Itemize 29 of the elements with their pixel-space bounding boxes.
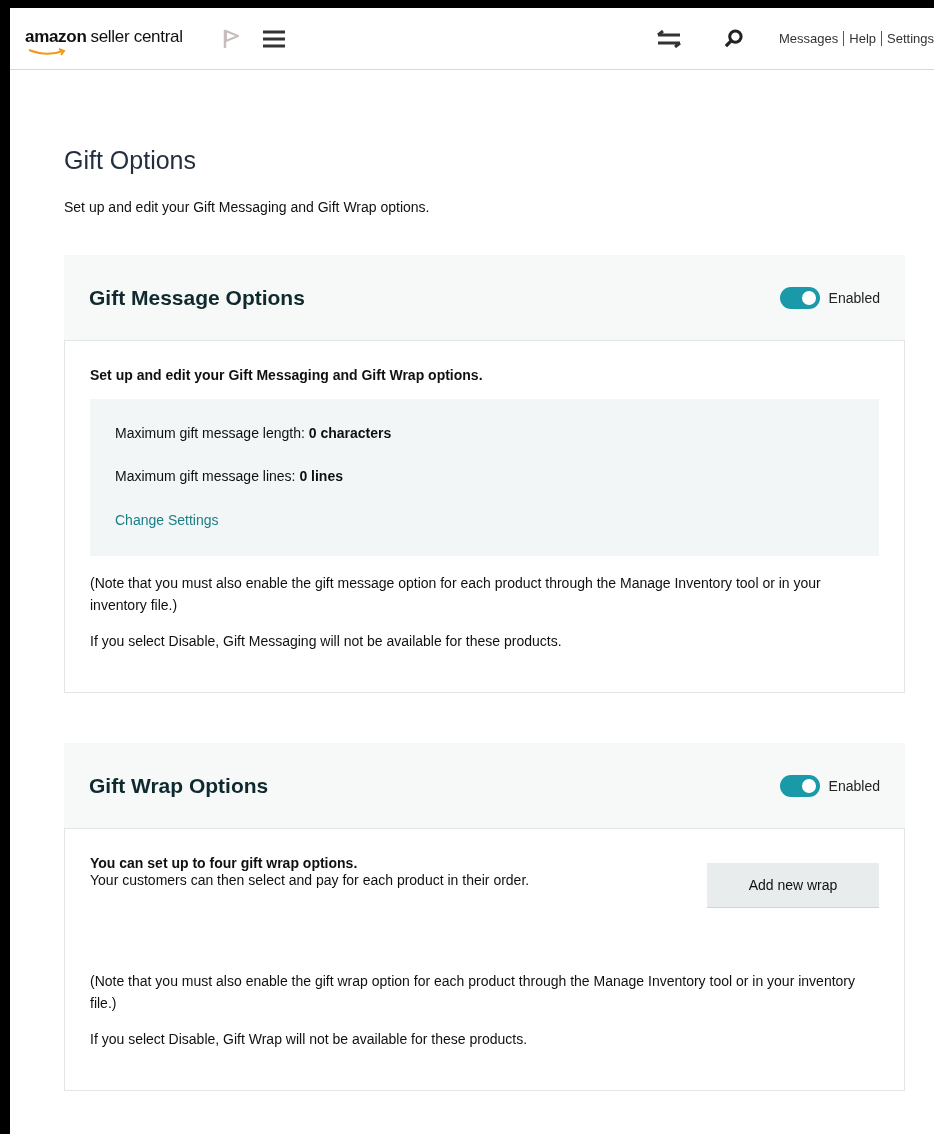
section-title: Gift Wrap Options — [89, 773, 269, 798]
header-link[interactable]: Messages — [779, 31, 844, 46]
toggle-label: Enabled — [828, 289, 880, 306]
section-intro: You can set up to four gift wrap options. — [90, 855, 359, 871]
menu-icon[interactable] — [262, 29, 285, 48]
note-text: (Note that you must also enable the gift message option for each product through the Manage Inventory tool or in your inventory file.) — [90, 574, 822, 615]
note-text: If you select Disable, Gift Wrap will not be available for these products. — [90, 1030, 529, 1049]
smile-arrow-icon — [27, 47, 67, 56]
search-icon[interactable] — [724, 29, 743, 48]
toggle-switch[interactable] — [779, 774, 820, 797]
note-text: (Note that you must also enable the gift wrap option for each product through the Manage Inventory tool or in your inventory file.) — [90, 972, 856, 1013]
section-intro: Set up and edit your Gift Messaging and Gift Wrap options. — [90, 367, 484, 383]
header-link[interactable]: Help — [843, 31, 881, 46]
section-title: Gift Message Options — [89, 285, 305, 310]
page-title: Gift Options — [64, 146, 197, 175]
note-text: If you select Disable, Gift Messaging will not be available for these products. — [90, 632, 563, 651]
page-subtitle: Set up and edit your Gift Messaging and Gift Wrap options. — [64, 199, 431, 215]
add-wrap-button[interactable]: Add new wrap — [707, 863, 879, 908]
setting-line: Maximum gift message lines: 0 lines — [115, 468, 344, 484]
header-link[interactable]: Settings — [881, 31, 934, 46]
setting-line: Maximum gift message length: 0 characters — [115, 425, 393, 441]
toggle-label: Enabled — [828, 777, 880, 794]
logo[interactable]: amazon seller central — [25, 26, 183, 57]
swap-arrows-icon[interactable] — [656, 29, 682, 48]
toggle-switch[interactable] — [779, 286, 820, 309]
section-detail: Your customers can then select and pay for each product in their order. — [90, 872, 530, 888]
product-name: seller central — [90, 26, 183, 47]
brand-name: amazon — [25, 26, 87, 47]
change-settings-link[interactable]: Change Settings — [115, 512, 219, 528]
